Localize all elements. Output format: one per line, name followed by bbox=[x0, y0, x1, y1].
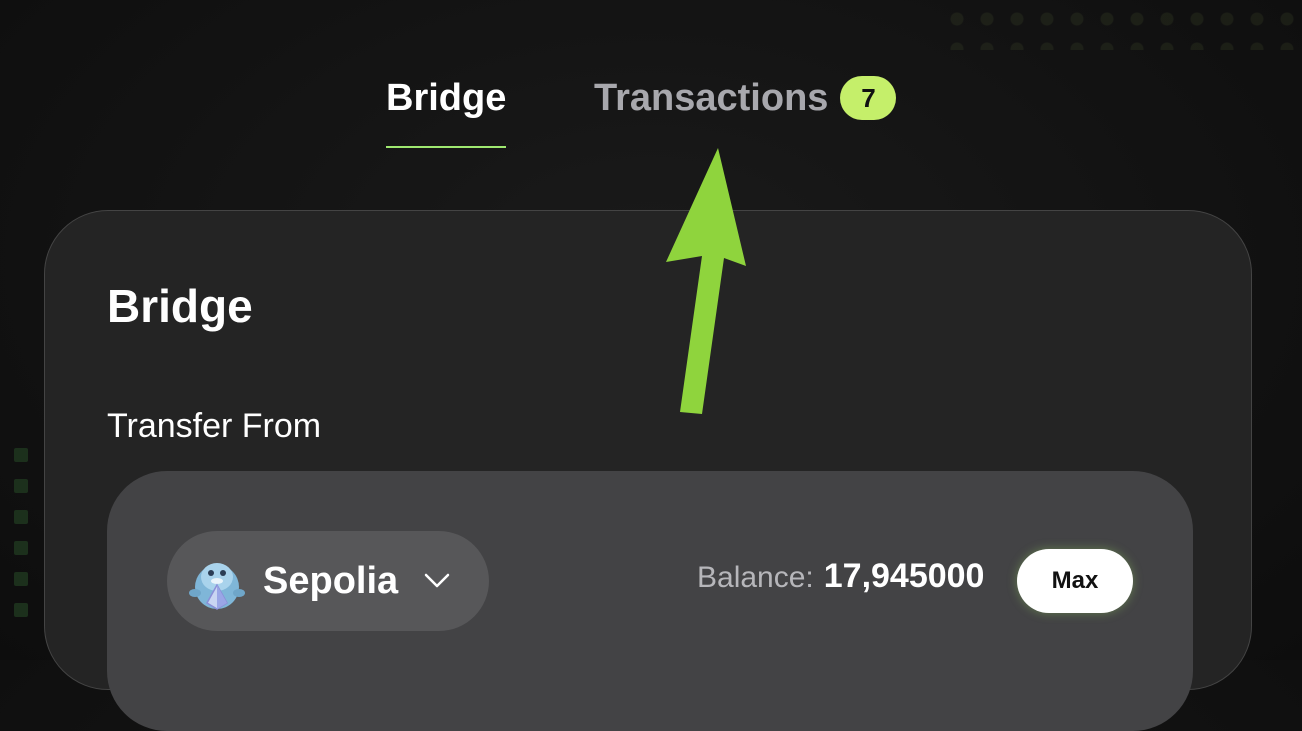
source-chain-name: Sepolia bbox=[263, 559, 399, 602]
annotation-arrow-icon bbox=[666, 148, 746, 414]
balance-display: Balance: 17,945000 bbox=[697, 557, 984, 596]
tab-bridge[interactable]: Bridge bbox=[386, 70, 507, 148]
balance-label: Balance: bbox=[697, 561, 814, 594]
bridge-card: Bridge Transfer From Sepolia Balance: 17… bbox=[44, 210, 1252, 731]
max-button[interactable]: Max bbox=[1017, 549, 1133, 613]
active-tab-underline bbox=[386, 146, 507, 148]
source-chain-selector[interactable]: Sepolia bbox=[167, 531, 489, 631]
tab-transactions-label: Transactions bbox=[594, 77, 829, 119]
balance-value: 17,945000 bbox=[823, 557, 985, 595]
transfer-from-label: Transfer From bbox=[107, 407, 322, 445]
tab-transactions[interactable]: Transactions 7 bbox=[594, 70, 897, 126]
chevron-down-icon bbox=[424, 573, 450, 588]
transfer-from-panel: Sepolia Balance: 17,945000 Max bbox=[107, 471, 1193, 731]
transactions-count-badge: 7 bbox=[840, 76, 897, 120]
tab-bridge-label: Bridge bbox=[386, 77, 507, 119]
decorative-pixel-grid bbox=[942, 4, 1302, 50]
decorative-pixel-column bbox=[14, 448, 30, 634]
dolphin-mascot-icon bbox=[185, 549, 249, 613]
card-title: Bridge bbox=[107, 280, 253, 332]
